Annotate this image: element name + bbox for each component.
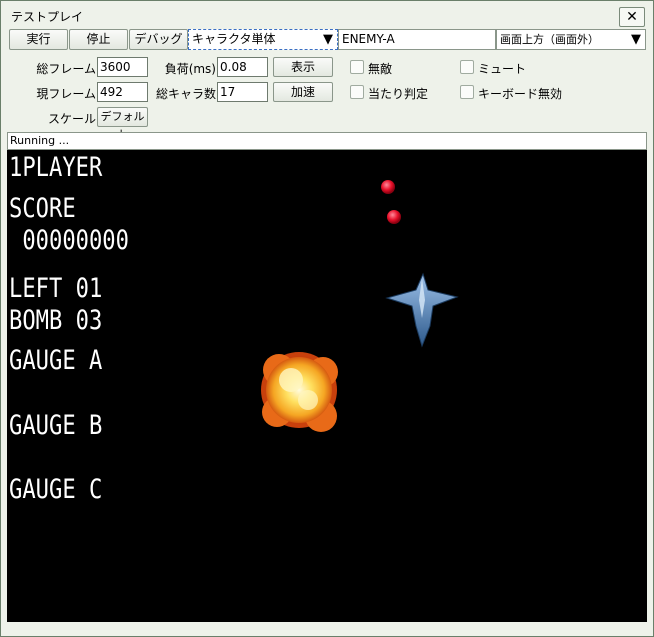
- keyboard-disable-checkbox[interactable]: [460, 85, 474, 99]
- close-icon: ✕: [626, 9, 638, 25]
- scale-default-button[interactable]: デフォルト: [97, 107, 148, 141]
- total-chars-field: 17: [217, 82, 268, 102]
- title-bar: テストプレイ ✕: [1, 1, 653, 29]
- enemy-select-value: ENEMY-A: [342, 32, 395, 46]
- window-title: テストプレイ: [11, 10, 84, 24]
- enemy-bullet: [387, 210, 401, 224]
- invincible-label: 無敵: [368, 62, 393, 76]
- keyboard-disable-label: キーボード無効: [478, 87, 563, 101]
- game-sprites: [261, 180, 459, 432]
- load-field: 0.08: [217, 57, 268, 77]
- debug-button[interactable]: デバッグ: [129, 29, 188, 50]
- hitbox-checkbox[interactable]: [350, 85, 364, 99]
- mute-label: ミュート: [478, 62, 527, 76]
- enemy-select[interactable]: ENEMY-A: [338, 29, 496, 50]
- scale-label: スケール: [47, 112, 96, 126]
- invincible-checkbox[interactable]: [350, 60, 364, 74]
- test-play-window: テストプレイ ✕ 実行 停止 デバッグ キャラクタ単体 ▼ ENEMY-A 画面…: [0, 0, 654, 637]
- total-frames-field[interactable]: 3600: [97, 57, 148, 77]
- total-frames-label: 総フレーム: [36, 62, 96, 76]
- mute-checkbox[interactable]: [460, 60, 474, 74]
- mode-select[interactable]: キャラクタ単体 ▼: [188, 29, 338, 50]
- mode-select-value: キャラクタ単体: [192, 32, 276, 46]
- chevron-down-icon: ▼: [631, 32, 641, 47]
- enemy-ship-sprite: [385, 272, 459, 348]
- enemy-bullet: [381, 180, 395, 194]
- chevron-down-icon: ▼: [323, 32, 333, 47]
- load-label: 負荷(ms): [164, 62, 216, 76]
- stop-button[interactable]: 停止: [69, 29, 128, 50]
- status-bar: Running ...: [7, 132, 647, 150]
- show-button[interactable]: 表示: [273, 57, 333, 77]
- hitbox-label: 当たり判定: [368, 87, 429, 101]
- current-frame-label: 現フレーム: [36, 87, 96, 101]
- current-frame-field: 492: [97, 82, 148, 102]
- position-select[interactable]: 画面上方（画面外） ▼: [496, 29, 646, 50]
- position-select-value: 画面上方（画面外）: [500, 33, 599, 46]
- close-button[interactable]: ✕: [619, 7, 645, 27]
- game-screen[interactable]: 1PLAYER SCORE 00000000 LEFT 01 BOMB 03 G…: [7, 150, 647, 622]
- explosion-sprite: [261, 352, 338, 432]
- run-button[interactable]: 実行: [9, 29, 68, 50]
- speedup-button[interactable]: 加速: [273, 82, 333, 102]
- total-chars-label: 総キャラ数: [155, 87, 216, 101]
